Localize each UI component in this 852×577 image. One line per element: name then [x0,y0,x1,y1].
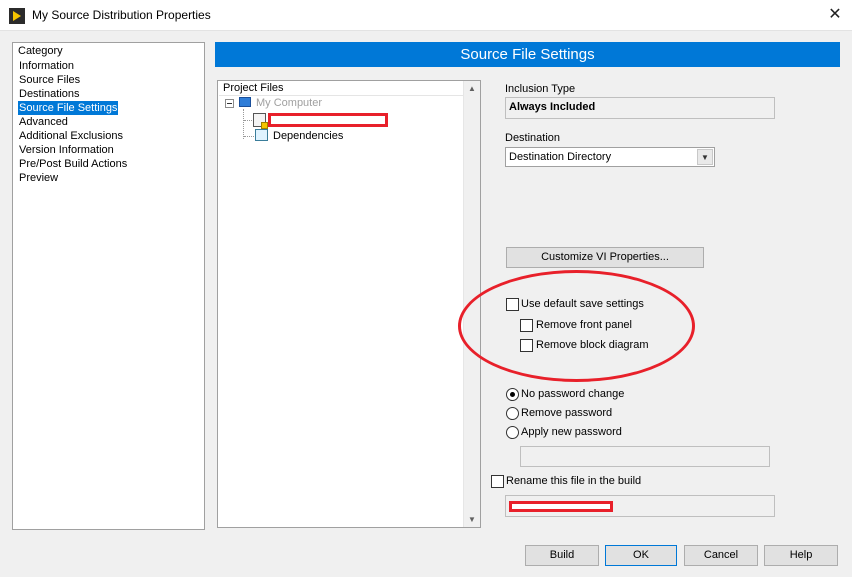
window-title: My Source Distribution Properties [32,8,211,22]
apply-new-password-label: Apply new password [521,426,622,438]
apply-new-password-radio[interactable] [506,426,519,439]
annotation-circle [458,270,695,382]
tree-item-dependencies[interactable]: Dependencies [273,130,343,142]
redacted-file-name[interactable] [268,113,388,127]
title-bar: My Source Distribution Properties ✕ [0,0,852,31]
tree-header-divider [219,95,463,96]
category-item-source-files[interactable]: Source Files [18,73,128,87]
section-banner: Source File Settings [215,42,840,67]
destination-select[interactable]: Destination Directory ▼ [505,147,715,167]
dependencies-icon [255,129,268,141]
rename-file-checkbox[interactable] [491,475,504,488]
cancel-button[interactable]: Cancel [684,545,758,566]
help-button[interactable]: Help [764,545,838,566]
category-item-pre-post-build-actions[interactable]: Pre/Post Build Actions [18,157,128,171]
vi-file-icon [253,113,268,129]
project-files-header: Project Files [223,82,284,94]
category-item-advanced[interactable]: Advanced [18,115,128,129]
category-item-source-file-settings[interactable]: Source File Settings [18,101,119,115]
tree-item-my-computer[interactable]: My Computer [256,97,322,109]
labview-app-icon [9,8,25,24]
destination-label: Destination [505,132,561,144]
category-list: Information Source Files Destinations So… [18,59,128,185]
scroll-down-icon[interactable]: ▼ [468,515,476,524]
category-header: Category [18,45,63,57]
tree-connector [244,136,254,137]
password-field[interactable] [520,446,770,467]
computer-icon [239,97,251,107]
build-button[interactable]: Build [525,545,599,566]
project-files-tree[interactable]: Project Files My Computer Dependencies ▲… [217,80,481,528]
inclusion-type-label: Inclusion Type [505,83,576,95]
no-password-change-label: No password change [521,388,625,400]
category-panel: Category Information Source Files Destin… [12,42,205,530]
remove-password-radio[interactable] [506,407,519,420]
category-item-additional-exclusions[interactable]: Additional Exclusions [18,129,128,143]
tree-connector [243,109,244,139]
inclusion-type-field: Always Included [505,97,775,119]
category-item-information[interactable]: Information [18,59,128,73]
ok-button[interactable]: OK [605,545,677,566]
close-icon[interactable]: ✕ [822,3,848,27]
chevron-down-icon[interactable]: ▼ [697,149,713,165]
scroll-up-icon[interactable]: ▲ [468,84,476,93]
collapse-toggle-icon[interactable] [225,99,234,108]
no-password-change-radio[interactable] [506,388,519,401]
customize-vi-properties-button[interactable]: Customize VI Properties... [506,247,704,268]
destination-value: Destination Directory [509,151,612,163]
rename-file-label: Rename this file in the build [506,475,642,487]
remove-password-label: Remove password [521,407,613,419]
redacted-rename-value [509,501,613,512]
category-item-destinations[interactable]: Destinations [18,87,128,101]
category-item-preview[interactable]: Preview [18,171,128,185]
category-item-version-information[interactable]: Version Information [18,143,128,157]
